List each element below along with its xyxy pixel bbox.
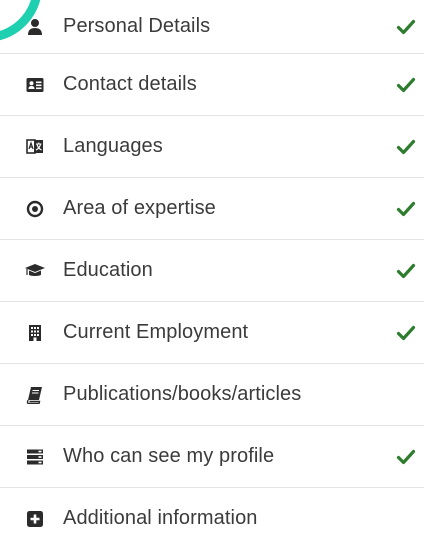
menu-item-label: Additional information bbox=[63, 507, 258, 529]
menu-item-label: Languages bbox=[63, 135, 163, 157]
profile-sections-menu: Personal Details Contact details Languag… bbox=[0, 0, 424, 549]
menu-item-additional-information[interactable]: Additional information bbox=[0, 488, 424, 549]
menu-item-current-employment[interactable]: Current Employment bbox=[0, 302, 424, 364]
plus-square-icon bbox=[26, 510, 44, 528]
graduation-cap-icon bbox=[24, 262, 46, 280]
menu-item-area-of-expertise[interactable]: Area of expertise bbox=[0, 178, 424, 240]
menu-item-label: Education bbox=[63, 259, 153, 281]
check-icon bbox=[396, 17, 416, 37]
book-icon bbox=[26, 386, 44, 404]
check-icon bbox=[396, 199, 416, 219]
address-card-icon bbox=[26, 76, 44, 94]
target-icon bbox=[26, 200, 44, 218]
menu-item-label: Who can see my profile bbox=[63, 445, 275, 467]
check-icon bbox=[396, 137, 416, 157]
building-icon bbox=[26, 324, 44, 342]
menu-item-languages[interactable]: Languages bbox=[0, 116, 424, 178]
server-list-icon bbox=[26, 448, 44, 466]
menu-item-label: Publications/books/articles bbox=[63, 383, 302, 405]
menu-item-education[interactable]: Education bbox=[0, 240, 424, 302]
menu-item-contact-details[interactable]: Contact details bbox=[0, 54, 424, 116]
user-icon bbox=[26, 18, 44, 36]
menu-item-publications[interactable]: Publications/books/articles bbox=[0, 364, 424, 426]
language-icon bbox=[26, 138, 44, 156]
menu-item-label: Personal Details bbox=[63, 15, 211, 37]
check-icon bbox=[396, 447, 416, 467]
check-icon bbox=[396, 75, 416, 95]
menu-item-label: Current Employment bbox=[63, 321, 249, 343]
menu-item-label: Contact details bbox=[63, 73, 197, 95]
menu-item-label: Area of expertise bbox=[63, 197, 216, 219]
menu-item-profile-visibility[interactable]: Who can see my profile bbox=[0, 426, 424, 488]
check-icon bbox=[396, 261, 416, 281]
check-icon bbox=[396, 323, 416, 343]
menu-item-personal-details[interactable]: Personal Details bbox=[0, 0, 424, 54]
